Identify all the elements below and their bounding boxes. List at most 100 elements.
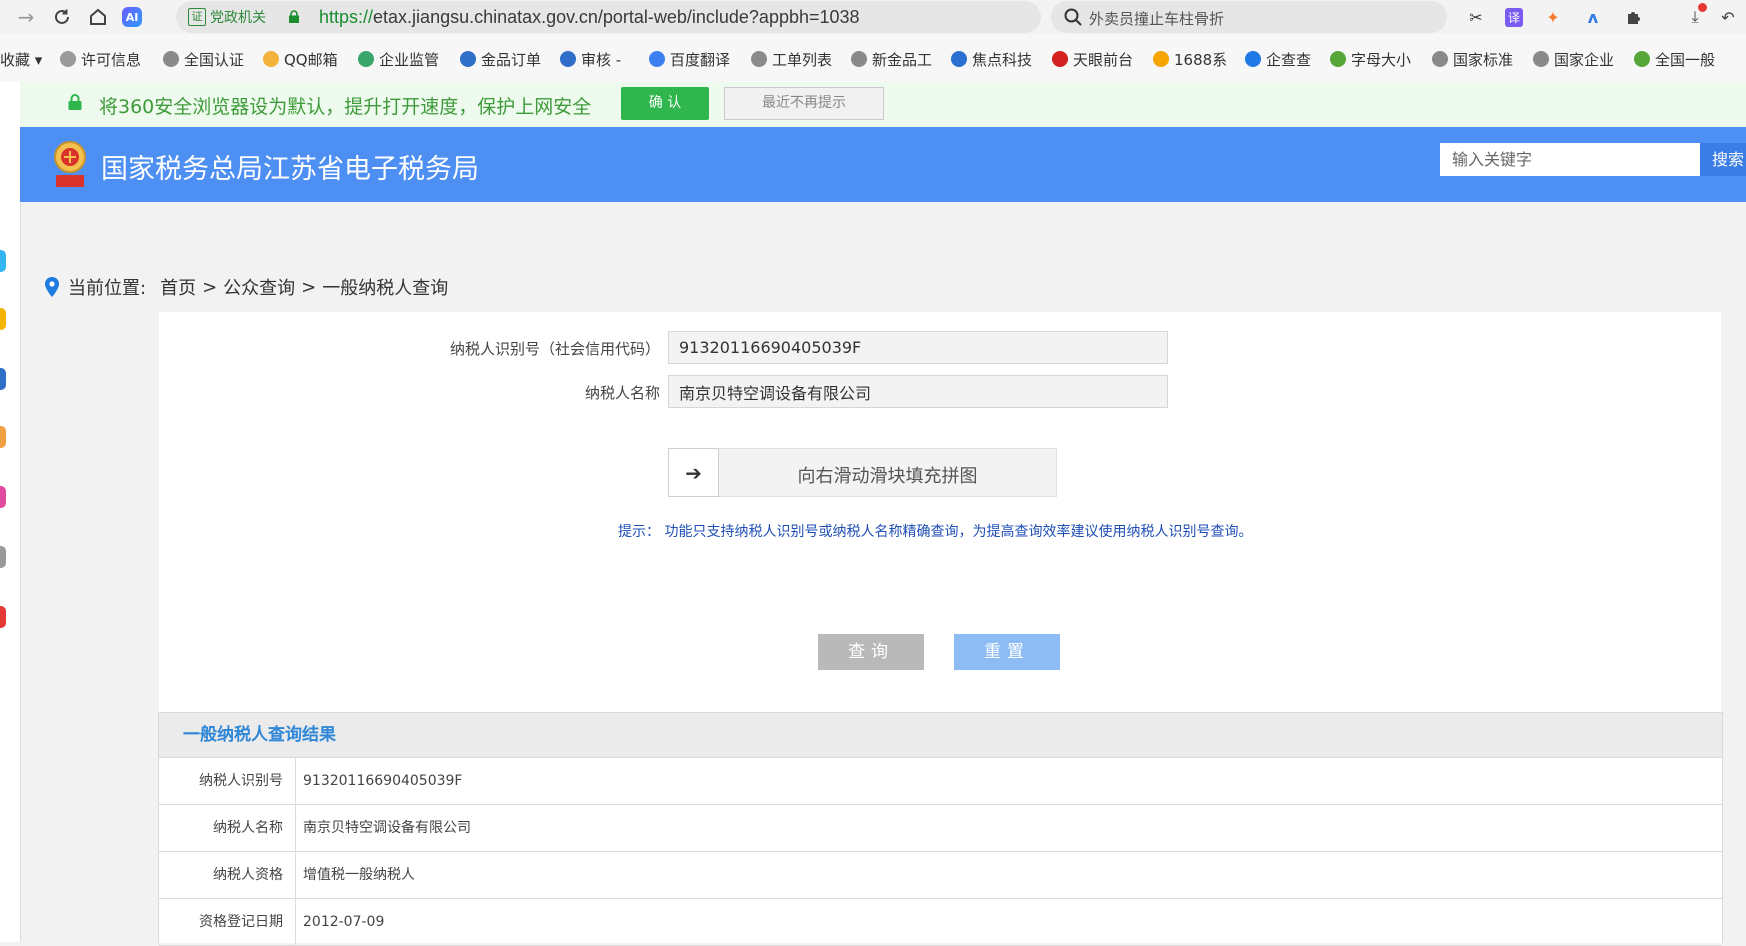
bookmark-item[interactable]: 审核 -	[560, 49, 621, 69]
bookmark-label: 天眼前台	[1073, 50, 1134, 69]
scissors-icon[interactable]: ✂	[1464, 5, 1488, 29]
site-title[interactable]: 国家税务总局江苏省电子税务局	[101, 147, 479, 186]
bookmark-favicon-icon	[263, 51, 279, 67]
slider-captcha[interactable]: ➔ 向右滑动滑块填充拼图	[668, 448, 1057, 497]
bookmark-item[interactable]: 企查查	[1245, 49, 1311, 69]
results-title: 一般纳税人查询结果	[159, 713, 1722, 758]
bookmark-favicon-icon	[560, 51, 576, 67]
bookmark-item[interactable]: 收藏 ▾	[0, 49, 42, 69]
breadcrumb-prefix: 当前位置:	[68, 278, 147, 299]
table-row: 纳税人名称 南京贝特空调设备有限公司	[159, 805, 1722, 852]
bookmark-item[interactable]: 国家标准	[1432, 49, 1513, 69]
keyword-search-input[interactable]	[1440, 143, 1700, 176]
wps-icon[interactable]: ʌ	[1581, 5, 1605, 29]
sidebar-app-icon[interactable]	[0, 546, 6, 568]
bookmark-item[interactable]: 新金品工	[851, 49, 932, 69]
site-category-label: 党政机关	[210, 10, 266, 26]
breadcrumb-separator: >	[301, 276, 317, 298]
sidebar-app-icon[interactable]	[0, 486, 6, 508]
search-icon	[1064, 8, 1082, 26]
bookmark-favicon-icon	[60, 51, 76, 67]
bookmark-item[interactable]: 国家企业	[1533, 49, 1614, 69]
dismiss-notice-button[interactable]: 最近不再提示	[724, 87, 884, 120]
breadcrumb-public-query-link[interactable]: 公众查询	[223, 274, 295, 300]
slider-handle-arrow-icon[interactable]: ➔	[668, 448, 719, 497]
undo-icon[interactable]: ↶	[1716, 5, 1740, 29]
bookmark-item[interactable]: 全国认证	[163, 49, 244, 69]
forward-arrow-icon[interactable]: →	[14, 5, 38, 29]
bookmark-item[interactable]: 天眼前台	[1052, 49, 1133, 69]
bookmark-label: 国家企业	[1554, 50, 1615, 69]
breadcrumb-home-link[interactable]: 首页	[160, 274, 196, 300]
bookmark-label: 国家标准	[1453, 50, 1514, 69]
translate-icon[interactable]: 译	[1502, 5, 1526, 29]
sidebar-app-icon[interactable]	[0, 250, 6, 272]
bookmark-label: 字母大小	[1351, 50, 1412, 69]
bookmark-label: 全国一般	[1655, 50, 1716, 69]
default-browser-notice: 将360安全浏览器设为默认，提升打开速度，保护上网安全 确 认 最近不再提示	[20, 82, 1746, 127]
site-header: 国家税务总局江苏省电子税务局 搜索	[20, 127, 1746, 202]
bookmark-favicon-icon	[1153, 51, 1169, 67]
bookmark-label: 百度翻译	[670, 50, 731, 69]
url-text[interactable]: https://etax.jiangsu.chinatax.gov.cn/por…	[319, 7, 860, 28]
search-suggestion-text: 外卖员撞止车柱骨折	[1089, 10, 1225, 28]
game-controller-icon[interactable]: ✦	[1541, 5, 1565, 29]
bookmark-label: 企查查	[1266, 50, 1312, 69]
keyword-search-button[interactable]: 搜索	[1700, 143, 1746, 176]
result-value: 增值税一般纳税人	[303, 867, 415, 883]
result-value: 91320116690405039F	[303, 773, 463, 789]
url-scheme: https://	[319, 7, 374, 27]
query-form-panel: 纳税人识别号（社会信用代码） 纳税人名称 ➔ 向右滑动滑块填充拼图 提示： 功能…	[159, 312, 1721, 712]
taxpayer-name-input[interactable]	[668, 375, 1168, 408]
table-row: 纳税人识别号 91320116690405039F	[159, 758, 1722, 805]
bookmark-label: 审核 -	[581, 50, 622, 69]
bookmark-item[interactable]: 百度翻译	[649, 49, 730, 69]
bookmark-favicon-icon	[649, 51, 665, 67]
bookmark-label: 焦点科技	[972, 50, 1033, 69]
result-key: 资格登记日期	[159, 899, 296, 945]
bookmark-favicon-icon	[1432, 51, 1448, 67]
browser-sidebar	[0, 82, 21, 942]
taxpayer-id-input[interactable]	[668, 331, 1168, 364]
lock-icon	[68, 94, 82, 110]
ai-assistant-icon[interactable]: AI	[122, 7, 142, 27]
bookmark-favicon-icon	[751, 51, 767, 67]
sidebar-app-icon[interactable]	[0, 606, 6, 628]
table-row: 纳税人资格 增值税一般纳税人	[159, 852, 1722, 899]
reset-button[interactable]: 重置	[954, 634, 1060, 670]
extension-puzzle-icon[interactable]	[1622, 5, 1646, 29]
reload-icon[interactable]	[50, 5, 74, 29]
tax-bureau-emblem-icon[interactable]	[50, 139, 90, 191]
home-icon[interactable]	[86, 5, 110, 29]
bookmark-label: 企业监管	[379, 50, 440, 69]
bookmark-label: QQ邮箱	[284, 50, 338, 69]
bookmark-item[interactable]: 字母大小	[1330, 49, 1411, 69]
translate-icon-label: 译	[1504, 7, 1523, 27]
taxpayer-id-label: 纳税人识别号（社会信用代码）	[449, 340, 660, 358]
confirm-button[interactable]: 确 认	[621, 87, 709, 120]
bookmark-favicon-icon	[358, 51, 374, 67]
sidebar-app-icon[interactable]	[0, 368, 6, 390]
bookmark-item[interactable]: 企业监管	[358, 49, 439, 69]
bookmark-item[interactable]: 许可信息	[60, 49, 141, 69]
browser-search-box[interactable]: 外卖员撞止车柱骨折	[1051, 1, 1447, 33]
bookmark-favicon-icon	[1052, 51, 1068, 67]
download-icon[interactable]: ⤓	[1683, 3, 1707, 29]
download-badge	[1698, 3, 1707, 12]
sidebar-app-icon[interactable]	[0, 308, 6, 330]
bookmark-item[interactable]: 工单列表	[751, 49, 832, 69]
sidebar-app-icon[interactable]	[0, 426, 6, 448]
bookmark-item[interactable]: 金品订单	[460, 49, 541, 69]
bookmark-item[interactable]: 焦点科技	[951, 49, 1032, 69]
breadcrumb-separator: >	[202, 276, 218, 298]
bookmark-item[interactable]: QQ邮箱	[263, 49, 338, 69]
result-key: 纳税人名称	[159, 805, 296, 851]
bookmark-item[interactable]: 全国一般	[1634, 49, 1715, 69]
government-site-icon: 证	[188, 8, 206, 26]
query-button[interactable]: 查询	[818, 634, 924, 670]
bookmark-item[interactable]: 1688系	[1153, 49, 1227, 69]
address-bar[interactable]: 证 党政机关 https://etax.jiangsu.chinatax.gov…	[176, 1, 1199, 33]
bookmark-favicon-icon	[163, 51, 179, 67]
secure-lock-icon[interactable]	[288, 10, 300, 23]
bookmark-favicon-icon	[1245, 51, 1261, 67]
